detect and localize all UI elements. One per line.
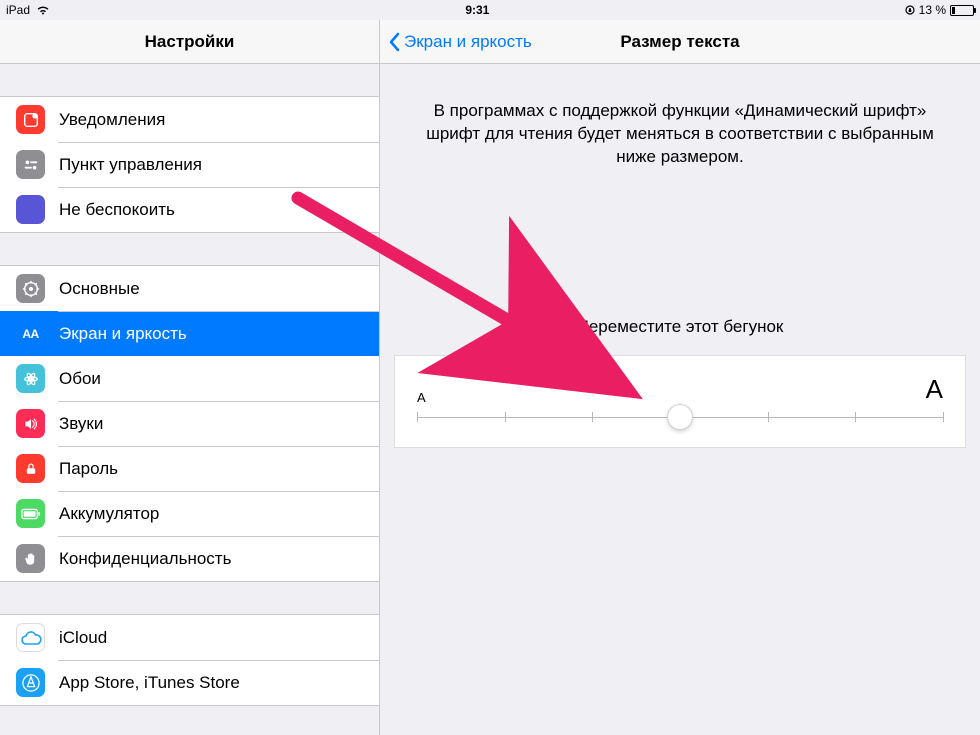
sidebar-item-label: App Store, iTunes Store xyxy=(59,673,240,693)
sidebar-item-battery[interactable]: Аккумулятор xyxy=(0,491,379,536)
sidebar-item-label: Конфиденциальность xyxy=(59,549,231,569)
sidebar-item-label: Звуки xyxy=(59,414,103,434)
sidebar-item-sounds[interactable]: Звуки xyxy=(0,401,379,446)
detail-pane: Экран и яркость Размер текста В программ… xyxy=(380,20,980,735)
sidebar-item-privacy[interactable]: Конфиденциальность xyxy=(0,536,379,581)
speaker-icon xyxy=(16,409,45,438)
wifi-icon xyxy=(36,5,50,15)
sidebar-item-stores[interactable]: App Store, iTunes Store xyxy=(0,660,379,705)
slider-tick xyxy=(768,412,769,422)
device-label: iPad xyxy=(6,3,30,17)
sidebar-item-label: Уведомления xyxy=(59,110,165,130)
hand-icon xyxy=(16,544,45,573)
slider-tick xyxy=(943,412,944,422)
sidebar-item-label: Обои xyxy=(59,369,101,389)
orientation-lock-icon xyxy=(905,5,915,15)
sidebar-item-label: Пароль xyxy=(59,459,118,479)
slider-tick xyxy=(505,412,506,422)
slider-tick xyxy=(855,412,856,422)
lock-icon xyxy=(16,454,45,483)
sidebar-item-wallpaper[interactable]: Обои xyxy=(0,356,379,401)
clock: 9:31 xyxy=(50,3,905,17)
sidebar-item-label: Основные xyxy=(59,279,140,299)
battery-icon xyxy=(16,499,45,528)
sidebar-item-label: Аккумулятор xyxy=(59,504,159,524)
notifications-icon xyxy=(16,105,45,134)
gear-icon xyxy=(16,274,45,303)
sidebar-item-passcode[interactable]: Пароль xyxy=(0,446,379,491)
status-bar: iPad 9:31 13 % xyxy=(0,0,980,20)
sidebar-item-dnd[interactable]: Не беспокоить xyxy=(0,187,379,232)
slider-tick xyxy=(417,412,418,422)
sidebar-item-label: Пункт управления xyxy=(59,155,202,175)
flower-icon xyxy=(16,364,45,393)
back-button[interactable]: Экран и яркость xyxy=(388,20,532,63)
sidebar-item-icloud[interactable]: iCloud xyxy=(0,615,379,660)
sidebar-item-control-center[interactable]: Пункт управления xyxy=(0,142,379,187)
sidebar-item-label: iCloud xyxy=(59,628,107,648)
battery-percent: 13 % xyxy=(919,3,946,17)
large-a-label: A xyxy=(926,374,943,405)
small-a-label: A xyxy=(417,390,426,405)
text-size-slider[interactable] xyxy=(417,407,943,427)
aa-icon: AA xyxy=(16,319,45,348)
sidebar-title: Настройки xyxy=(145,32,235,52)
description-text: В программах с поддержкой функции «Динам… xyxy=(380,64,980,169)
slider-caption: Переместите этот бегунок xyxy=(380,317,980,337)
sidebar-item-general[interactable]: Основные xyxy=(0,266,379,311)
text-size-slider-container: A A xyxy=(394,355,966,448)
slider-knob[interactable] xyxy=(667,404,693,430)
slider-tick xyxy=(592,412,593,422)
back-label: Экран и яркость xyxy=(404,32,532,52)
sidebar-item-label: Не беспокоить xyxy=(59,200,175,220)
sidebar-header: Настройки xyxy=(0,20,379,64)
appstore-icon xyxy=(16,668,45,697)
cloud-icon xyxy=(16,623,45,652)
sidebar-item-notifications[interactable]: Уведомления xyxy=(0,97,379,142)
detail-header: Экран и яркость Размер текста xyxy=(380,20,980,64)
sidebar-item-display[interactable]: AA Экран и яркость xyxy=(0,311,379,356)
settings-sidebar: Настройки Уведомления Пункт управления Не … xyxy=(0,20,380,735)
control-icon xyxy=(16,150,45,179)
sidebar-list[interactable]: Уведомления Пункт управления Не беспокоить… xyxy=(0,64,379,735)
chevron-left-icon xyxy=(388,32,400,52)
moon-icon xyxy=(16,195,45,224)
sidebar-item-label: Экран и яркость xyxy=(59,324,187,344)
battery-icon xyxy=(950,5,974,16)
